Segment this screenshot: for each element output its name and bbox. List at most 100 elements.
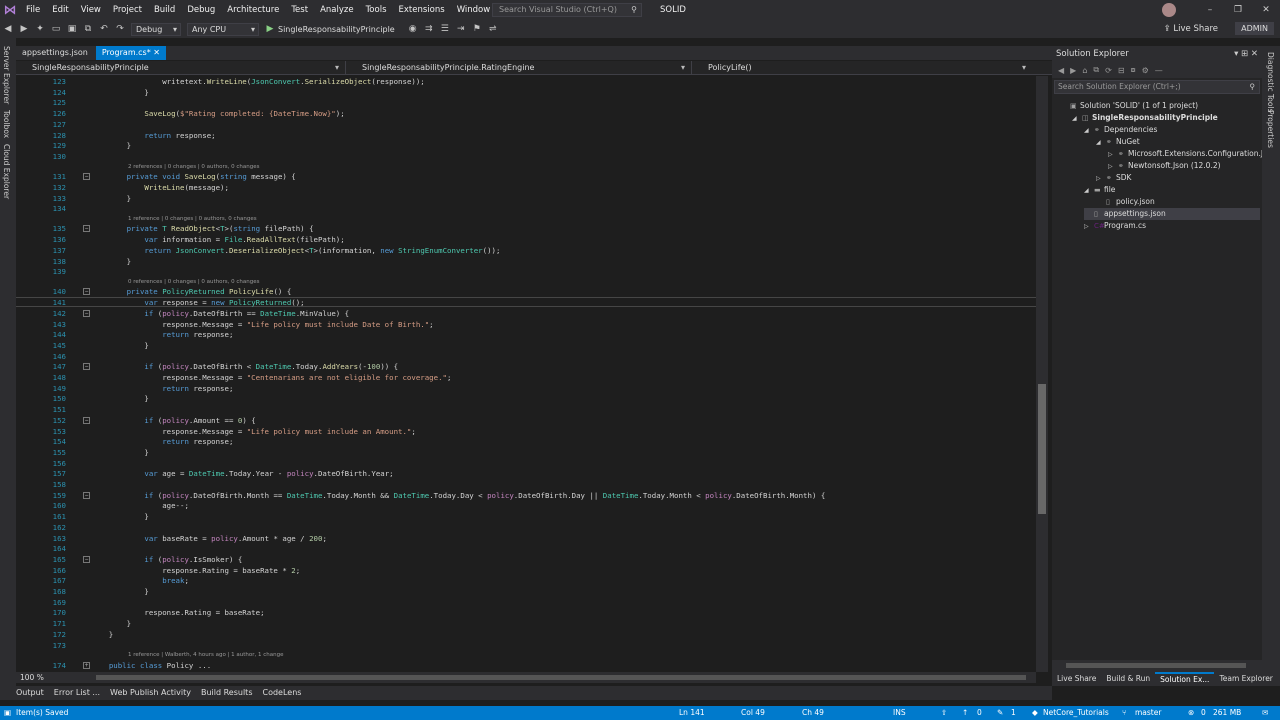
repository-name[interactable]: NetCore_Tutorials <box>1043 706 1109 720</box>
code-line[interactable]: 171 } <box>16 618 1036 629</box>
menu-item-view[interactable]: View <box>75 0 107 20</box>
close-tab-icon[interactable]: ✕ <box>153 48 160 57</box>
run-target[interactable]: SingleResponsabilityPrinciple <box>278 25 395 34</box>
tree-item[interactable]: ◢ ◫ SingleResponsabilityPrinciple <box>1072 112 1260 124</box>
menu-item-test[interactable]: Test <box>285 0 314 20</box>
code-text[interactable]: return response; <box>91 329 233 340</box>
open-icon[interactable]: ▭ <box>48 24 64 34</box>
project-dropdown[interactable]: SingleResponsabilityPrinciple <box>16 61 346 74</box>
tree-item[interactable]: ◢ ▬ file <box>1084 184 1260 196</box>
code-line[interactable]: 169 <box>16 597 1036 608</box>
code-line[interactable]: 132 WriteLine(message); <box>16 182 1036 193</box>
code-text[interactable]: response.Message = "Life policy must inc… <box>91 319 433 330</box>
code-line[interactable]: 163 var baseRate = policy.Amount * age /… <box>16 533 1036 544</box>
tab-codelens[interactable]: CodeLens <box>262 686 301 700</box>
error-count[interactable]: 0 <box>1201 706 1206 720</box>
live-share-button[interactable]: ⇪ Live Share <box>1164 20 1218 38</box>
forward-icon[interactable]: ▶ <box>1070 66 1076 75</box>
code-text[interactable]: WriteLine(message); <box>91 182 229 193</box>
code-text[interactable]: if (policy.DateOfBirth.Month == DateTime… <box>91 490 825 501</box>
code-text[interactable]: if (policy.IsSmoker) { <box>91 554 242 565</box>
tab-solution-explorer[interactable]: Solution Ex... <box>1155 672 1215 686</box>
code-text[interactable]: } <box>91 393 148 404</box>
code-text[interactable]: private PolicyReturned PolicyLife() { <box>91 286 292 297</box>
fold-toggle-icon[interactable]: − <box>83 416 90 424</box>
toolbox-tab[interactable]: Toolbox <box>2 110 11 138</box>
menu-item-analyze[interactable]: Analyze <box>314 0 360 20</box>
code-line[interactable]: 154 return response; <box>16 436 1036 447</box>
code-line[interactable]: 127 <box>16 119 1036 130</box>
tab-team-explorer[interactable]: Team Explorer <box>1214 672 1277 686</box>
menu-item-edit[interactable]: Edit <box>46 0 74 20</box>
fold-toggle-icon[interactable]: − <box>83 555 90 563</box>
code-text[interactable]: response.Message = "Life policy must inc… <box>91 426 416 437</box>
tree-item[interactable]: ▯ appsettings.json <box>1084 208 1260 220</box>
align-icon[interactable]: ☰ <box>437 24 453 34</box>
code-text[interactable]: response.Rating = baseRate * 2; <box>91 565 300 576</box>
code-text[interactable]: } <box>91 140 131 151</box>
code-line[interactable]: 156 <box>16 458 1036 469</box>
tree-item[interactable]: ▣ Solution 'SOLID' (1 of 1 project) <box>1060 100 1260 112</box>
menu-item-debug[interactable]: Debug <box>181 0 221 20</box>
tab-appsettings[interactable]: appsettings.json <box>16 46 94 60</box>
code-line[interactable]: 137 return JsonConvert.DeserializeObject… <box>16 245 1036 256</box>
code-line[interactable]: 146 <box>16 351 1036 362</box>
properties-tab[interactable]: Properties <box>1266 110 1275 148</box>
code-line[interactable]: 173 <box>16 640 1036 651</box>
code-line[interactable]: 152 − if (policy.Amount == 0) { <box>16 415 1036 426</box>
code-line[interactable]: 155 } <box>16 447 1036 458</box>
code-text[interactable]: break; <box>91 575 189 586</box>
code-line[interactable]: 168 } <box>16 586 1036 597</box>
switch-views-icon[interactable]: ⧉ <box>1093 65 1099 75</box>
code-line[interactable]: 164 <box>16 543 1036 554</box>
code-line[interactable]: 126 SaveLog($"Rating completed: {DateTim… <box>16 108 1036 119</box>
tab-live-share[interactable]: Live Share <box>1052 672 1101 686</box>
tree-item[interactable]: ▷ ⚭ Microsoft.Extensions.Configuration.Jso <box>1108 148 1272 160</box>
fold-toggle-icon[interactable]: − <box>83 225 90 233</box>
code-text[interactable]: return response; <box>91 436 233 447</box>
undo-icon[interactable]: ↶ <box>96 24 112 34</box>
code-line[interactable]: 172 } <box>16 629 1036 640</box>
code-text[interactable]: private void SaveLog(string message) { <box>91 171 296 182</box>
code-line[interactable]: 123 writetext.WriteLine(JsonConvert.Seri… <box>16 76 1036 87</box>
code-text[interactable]: } <box>91 447 148 458</box>
tab-web-publish[interactable]: Web Publish Activity <box>110 686 191 700</box>
menu-item-tools[interactable]: Tools <box>360 0 393 20</box>
branch-name[interactable]: master <box>1135 706 1161 720</box>
code-line[interactable]: 141 var response = new PolicyReturned(); <box>16 297 1036 308</box>
code-line[interactable]: 125 <box>16 97 1036 108</box>
search-input[interactable]: Search Visual Studio (Ctrl+Q) ⚲ <box>492 3 642 17</box>
sync-icon[interactable]: ⟳ <box>1105 66 1112 75</box>
properties-icon[interactable]: ⚙ <box>1142 66 1149 75</box>
code-line[interactable]: 124 } <box>16 87 1036 98</box>
indent-icon[interactable]: ⇥ <box>453 24 469 34</box>
menu-item-window[interactable]: Window <box>451 0 497 20</box>
code-text[interactable]: } <box>91 618 131 629</box>
tab-error-list[interactable]: Error List ... <box>54 686 100 700</box>
code-text[interactable]: var baseRate = policy.Amount * age / 200… <box>91 533 326 544</box>
code-line[interactable]: 170 response.Rating = baseRate; <box>16 607 1036 618</box>
code-line[interactable]: 136 var information = File.ReadAllText(f… <box>16 234 1036 245</box>
code-text[interactable]: response.Message = "Centenarians are not… <box>91 372 451 383</box>
code-line[interactable]: 148 response.Message = "Centenarians are… <box>16 372 1036 383</box>
code-line[interactable]: 160 age--; <box>16 500 1036 511</box>
close-icon[interactable]: ✕ <box>1252 5 1280 15</box>
code-line[interactable]: 151 <box>16 404 1036 415</box>
expand-arrow-icon[interactable]: ◢ <box>1096 137 1106 149</box>
code-text[interactable]: return response; <box>91 383 233 394</box>
browser-icon[interactable]: ◉ <box>405 24 421 34</box>
code-line[interactable]: 138 } <box>16 256 1036 267</box>
tree-item[interactable]: ◢ ⚭ NuGet <box>1096 136 1260 148</box>
code-line[interactable]: 165 − if (policy.IsSmoker) { <box>16 554 1036 565</box>
fold-toggle-icon[interactable]: − <box>83 491 90 499</box>
fold-toggle-icon[interactable]: − <box>83 309 90 317</box>
menu-item-architecture[interactable]: Architecture <box>221 0 285 20</box>
code-editor[interactable]: 123 writetext.WriteLine(JsonConvert.Seri… <box>16 76 1036 672</box>
code-text[interactable]: response.Rating = baseRate; <box>91 607 264 618</box>
bookmark-next-icon[interactable]: ⇌ <box>485 24 501 34</box>
code-text[interactable]: var age = DateTime.Today.Year - policy.D… <box>91 468 393 479</box>
code-text[interactable]: if (policy.DateOfBirth == DateTime.MinVa… <box>91 308 349 319</box>
code-line[interactable]: 140 − private PolicyReturned PolicyLife()… <box>16 286 1036 297</box>
code-line[interactable]: 149 return response; <box>16 383 1036 394</box>
notifications-icon[interactable]: ✉ <box>1262 706 1268 720</box>
